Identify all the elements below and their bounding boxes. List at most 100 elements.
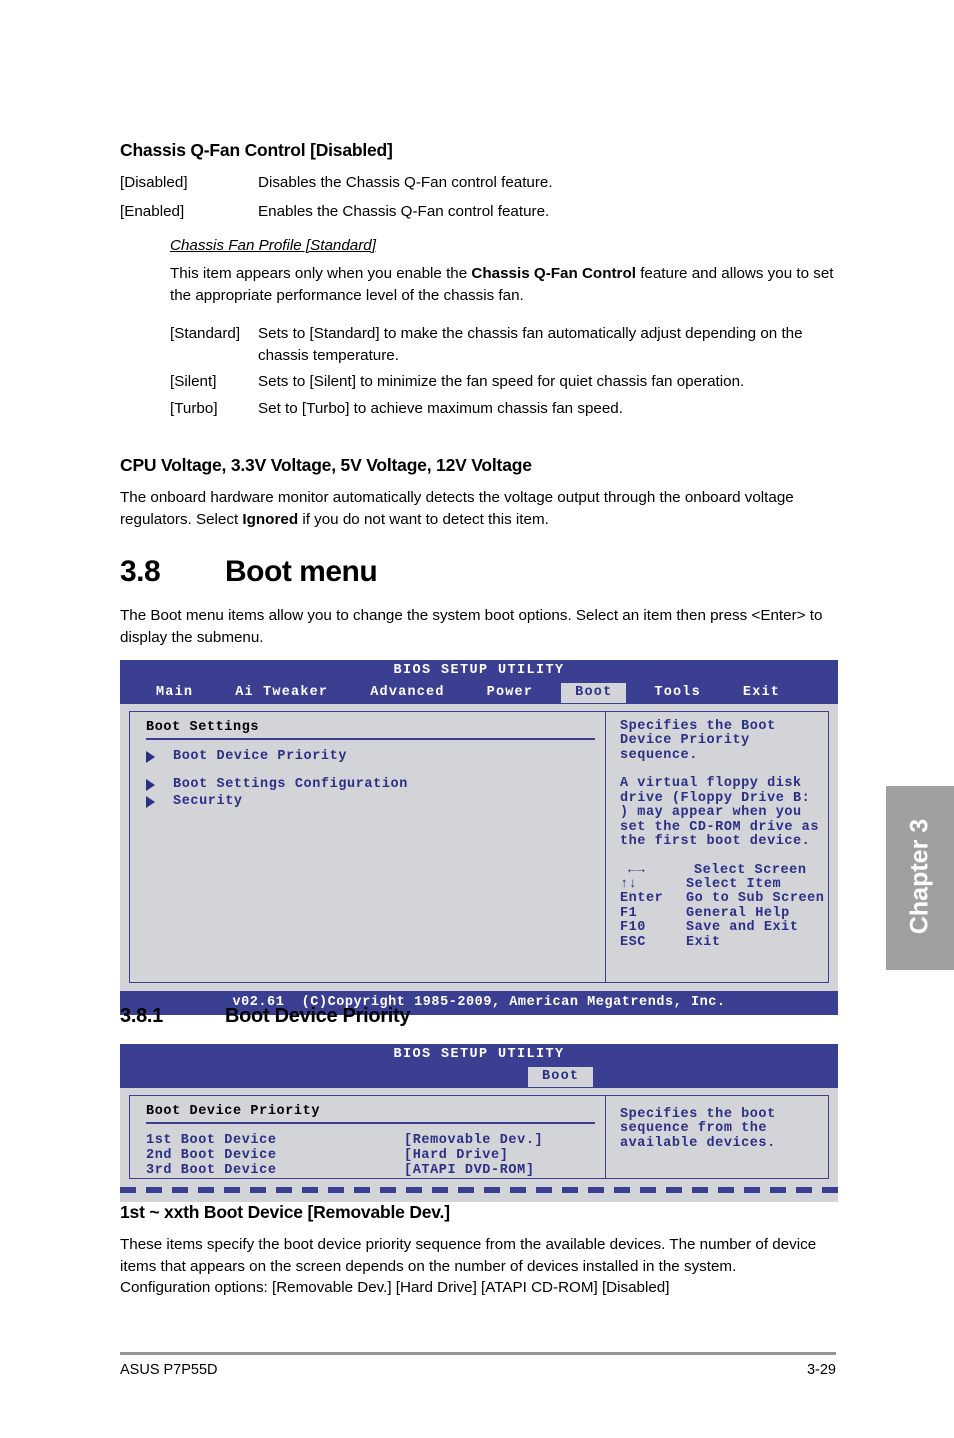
key-enter: Enter <box>620 891 664 907</box>
option-desc: Sets to [Silent] to minimize the fan spe… <box>258 373 745 391</box>
key-legend-row: ←→ Select Screen <box>620 862 820 878</box>
triangle-right-icon <box>146 778 155 791</box>
bios-key-legend: ←→ Select Screen ↑↓ Select Item Enter Go… <box>620 862 824 951</box>
key-left-right-arrow-icon: ←→ <box>628 862 646 878</box>
boot-menu-section: 3.8 Boot menu The Boot menu items allow … <box>120 555 836 659</box>
bios-tab-boot[interactable]: Boot <box>528 1066 594 1087</box>
key-action: Exit <box>686 934 721 950</box>
menu-item-label: Boot Device Priority <box>173 749 348 764</box>
chassis-fan-profile-heading: Chassis Fan Profile [Standard] <box>170 237 376 255</box>
para-post: if you do not want to detect this item. <box>298 510 549 528</box>
boot-device-priority-heading: 3.8.1 Boot Device Priority <box>120 1005 836 1028</box>
key-legend-row: F10 Save and Exit <box>620 920 820 936</box>
voltage-heading: CPU Voltage, 3.3V Voltage, 5V Voltage, 1… <box>120 455 532 475</box>
definition-row: [Turbo] Set to [Turbo] to achieve maximu… <box>170 398 836 420</box>
boot-menu-paragraph: The Boot menu items allow you to change … <box>120 607 823 646</box>
menu-item-label: Security <box>173 794 243 809</box>
chapter-tab-label: Chapter 3 <box>905 818 934 935</box>
section-number: 3.8.1 <box>120 1005 163 1027</box>
key-action: General Help <box>686 905 790 921</box>
key-legend-row: F1 General Help <box>620 905 820 921</box>
boot-device-label: 2nd Boot Device <box>146 1148 277 1164</box>
boot-device-value: [Removable Dev.] <box>404 1133 544 1148</box>
option-desc: Enables the Chassis Q-Fan control featur… <box>258 203 550 221</box>
para-bold: Ignored <box>242 510 299 528</box>
option-desc: Set to [Turbo] to achieve maximum chassi… <box>258 399 623 417</box>
boot-device-item-section: 1st ~ xxth Boot Device [Removable Dev.] … <box>120 1202 836 1310</box>
bios-tab-strip: Main Ai Tweaker Advanced Power Boot Tool… <box>120 680 838 703</box>
boot-menu-heading: 3.8 Boot menu <box>120 555 836 588</box>
boot-device-priority-section: 3.8.1 Boot Device Priority <box>120 1005 836 1028</box>
voltage-paragraph: The onboard hardware monitor automatical… <box>120 487 836 530</box>
key-f1: F1 <box>620 905 638 921</box>
bios-help-panel: Specifies the Boot Device Priority seque… <box>605 711 829 983</box>
section-title: Boot menu <box>225 555 378 588</box>
boot-device-item-heading: 1st ~ xxth Boot Device [Removable Dev.] <box>120 1202 450 1222</box>
boot-device-label: 1st Boot Device <box>146 1133 277 1148</box>
boot-device-config-options: Configuration options: [Removable Dev.] … <box>120 1279 670 1297</box>
chassis-qfan-section: Chassis Q-Fan Control [Disabled] [Disabl… <box>120 140 836 425</box>
option-term: [Enabled] <box>120 203 185 221</box>
section-title: Boot Device Priority <box>225 1005 411 1027</box>
menu-item-boot-device-priority[interactable]: Boot Device Priority <box>146 749 595 764</box>
bios-tab-ai-tweaker[interactable]: Ai Tweaker <box>221 683 342 703</box>
definition-row: [Enabled] Enables the Chassis Q-Fan cont… <box>120 201 836 223</box>
footer-page-number: 3-29 <box>806 1362 836 1378</box>
key-action: Select Item <box>686 876 782 892</box>
key-action: Go to Sub Screen <box>686 891 825 907</box>
key-action: Select Screen <box>694 862 807 878</box>
voltage-section: CPU Voltage, 3.3V Voltage, 5V Voltage, 1… <box>120 455 836 541</box>
boot-device-row[interactable]: 3rd Boot Device [ATAPI DVD-ROM] <box>146 1163 595 1178</box>
chapter-tab: Chapter 3 <box>886 786 954 970</box>
key-f10: F10 <box>620 920 646 936</box>
key-esc: ESC <box>620 934 646 950</box>
menu-item-boot-settings-configuration[interactable]: Boot Settings Configuration <box>146 777 595 792</box>
boot-device-label: 3rd Boot Device <box>146 1163 277 1179</box>
para-bold: Chassis Q-Fan Control <box>471 265 636 283</box>
bios-settings-panel: Boot Settings Boot Device Priority Boot … <box>129 711 605 983</box>
triangle-right-icon <box>146 795 155 808</box>
bios-tab-tools[interactable]: Tools <box>640 683 715 703</box>
option-desc: Disables the Chassis Q-Fan control featu… <box>258 174 553 191</box>
bios-body: Boot Device Priority 1st Boot Device [Re… <box>120 1088 838 1179</box>
help-paragraph-1: Specifies the Boot Device Priority seque… <box>620 719 785 763</box>
menu-item-security[interactable]: Security <box>146 794 595 809</box>
bios-titlebar: BIOS SETUP UTILITY Boot <box>120 1044 838 1088</box>
option-term: [Turbo] <box>170 399 218 417</box>
chassis-fan-profile-subsection: Chassis Fan Profile [Standard] This item… <box>170 237 836 419</box>
option-term: [Silent] <box>170 373 217 391</box>
help-paragraph-1: Specifies the boot sequence from the ava… <box>620 1107 785 1151</box>
footer-product-name: ASUS P7P55D <box>120 1362 218 1378</box>
bios-panel-title: Boot Device Priority <box>146 1104 595 1124</box>
key-legend-row: ESC Exit <box>620 934 820 950</box>
key-legend-row: Enter Go to Sub Screen <box>620 891 824 907</box>
bios-tab-advanced[interactable]: Advanced <box>356 683 458 703</box>
para-pre: This item appears only when you enable t… <box>170 265 472 283</box>
bios-tab-boot[interactable]: Boot <box>561 682 627 703</box>
definition-row: [Silent] Sets to [Silent] to minimize th… <box>170 371 836 393</box>
footer-divider <box>120 1352 836 1355</box>
bios-help-panel: Specifies the boot sequence from the ava… <box>605 1095 829 1179</box>
option-term: [Standard] <box>170 325 241 343</box>
bios-panel-title: Boot Settings <box>146 720 595 740</box>
document-page: Chassis Q-Fan Control [Disabled] [Disabl… <box>0 0 954 1438</box>
boot-device-row[interactable]: 1st Boot Device [Removable Dev.] <box>146 1133 595 1148</box>
key-legend-row: ↑↓ Select Item <box>620 876 820 892</box>
option-term: [Disabled] <box>120 174 188 191</box>
option-desc: Sets to [Standard] to make the chassis f… <box>258 325 803 364</box>
bios-title: BIOS SETUP UTILITY <box>393 663 565 678</box>
boot-device-item-paragraph: These items specify the boot device prio… <box>120 1236 817 1275</box>
boot-device-row[interactable]: 2nd Boot Device [Hard Drive] <box>146 1148 595 1163</box>
bios-titlebar: BIOS SETUP UTILITY Main Ai Tweaker Advan… <box>120 660 838 704</box>
bios-settings-panel: Boot Device Priority 1st Boot Device [Re… <box>129 1095 605 1179</box>
bios-tab-strip: Boot <box>120 1064 838 1087</box>
bios-body: Boot Settings Boot Device Priority Boot … <box>120 704 838 991</box>
chassis-qfan-heading: Chassis Q-Fan Control [Disabled] <box>120 140 393 160</box>
bios-screenshot-boot-menu: BIOS SETUP UTILITY Main Ai Tweaker Advan… <box>120 660 838 1015</box>
bios-tab-power[interactable]: Power <box>473 683 548 703</box>
bios-tab-main[interactable]: Main <box>142 683 207 703</box>
chassis-fan-profile-paragraph: This item appears only when you enable t… <box>170 263 836 306</box>
triangle-right-icon <box>146 750 155 763</box>
bios-tab-exit[interactable]: Exit <box>729 683 794 703</box>
definition-row: [Disabled] Disables the Chassis Q-Fan co… <box>120 172 836 194</box>
